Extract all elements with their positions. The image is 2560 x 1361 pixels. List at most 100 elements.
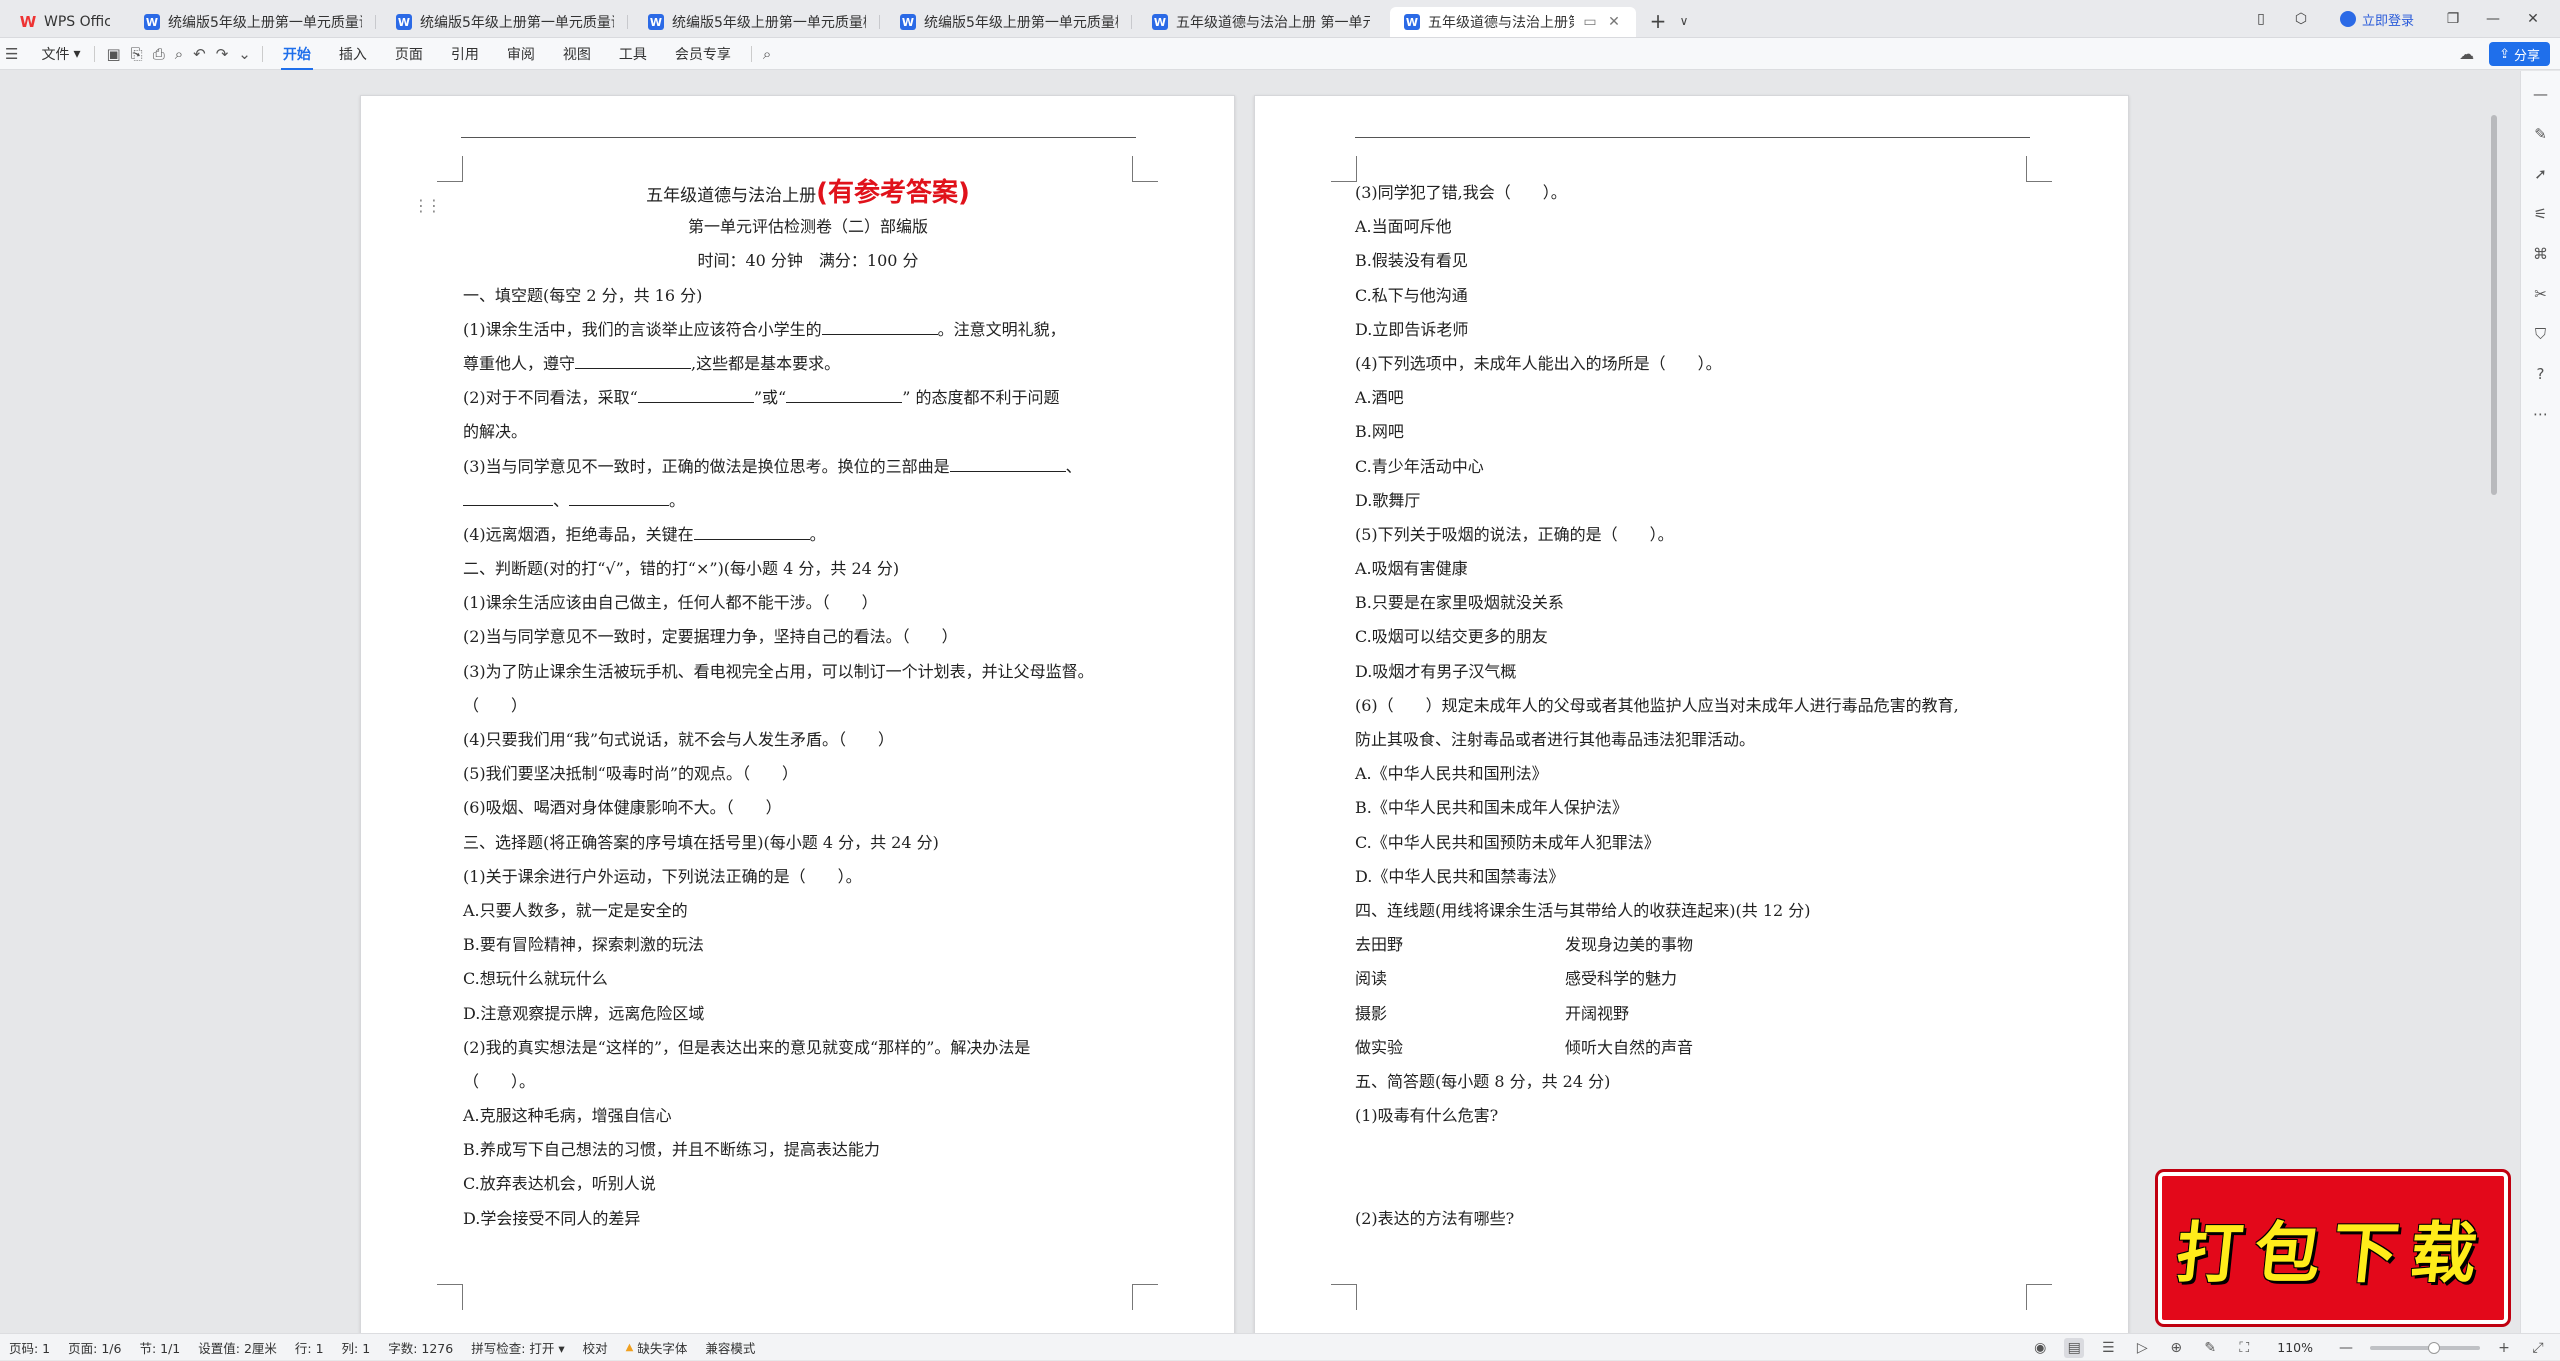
status-page-number[interactable]: 页码: 1 [0, 1338, 59, 1357]
collapse-icon[interactable]: — [2529, 83, 2553, 105]
download-package-badge[interactable]: 打包下载 [2158, 1172, 2508, 1324]
play-icon[interactable]: ▷ [2132, 1338, 2152, 1358]
text: ”或“ [753, 388, 787, 408]
drag-handle-icon[interactable]: ⋮⋮ [413, 196, 442, 215]
word-doc-icon: W [396, 14, 412, 30]
option-line: B.网吧 [1355, 422, 1404, 442]
status-word-count[interactable]: 字数: 1276 [379, 1338, 462, 1357]
proofread-button[interactable]: 校对 [574, 1338, 617, 1357]
text: 。 [669, 490, 686, 510]
crop-mark [1132, 1284, 1158, 1310]
fit-page-icon[interactable]: ⛶ [2234, 1338, 2254, 1358]
tab-document[interactable]: W 统编版5年级上册第一单元质量调研卷 [382, 7, 628, 37]
tools-icon[interactable]: ✂ [2529, 283, 2553, 305]
status-row[interactable]: 行: 1 [286, 1338, 333, 1357]
web-view-icon[interactable]: ⊕ [2166, 1338, 2186, 1358]
menu-references[interactable]: 引用 [437, 41, 493, 67]
pen-icon[interactable]: ✎ [2200, 1338, 2220, 1358]
print-preview-icon[interactable]: ⌕ [170, 41, 188, 67]
tab-document[interactable]: W 统编版5年级上册第一单元质量调研卷 [130, 7, 376, 37]
menu-home[interactable]: 开始 [269, 41, 325, 70]
zoom-out-icon[interactable]: — [2336, 1338, 2356, 1358]
close-window-icon[interactable]: ✕ [2520, 6, 2546, 32]
question-line: (5)我们要坚决抵制“吸毒时尚”的观点。（ ） [463, 764, 799, 784]
select-cursor-icon[interactable]: ➚ [2529, 163, 2553, 185]
zoom-in-icon[interactable]: + [2494, 1338, 2514, 1358]
vertical-scrollbar[interactable] [2488, 71, 2500, 1333]
edit-pen-icon[interactable]: ✎ [2529, 123, 2553, 145]
restore-window-icon[interactable]: ❐ [2440, 6, 2466, 32]
missing-font-label: 缺失字体 [637, 1340, 688, 1356]
save-icon[interactable]: ▣ [101, 41, 125, 67]
spell-check-toggle[interactable]: 拼写检查: 打开 ▾ [462, 1338, 573, 1357]
outline-view-icon[interactable]: ☰ [2098, 1338, 2118, 1358]
close-tab-icon[interactable]: ✕ [1606, 14, 1622, 30]
adjust-icon[interactable]: ⚟ [2529, 203, 2553, 225]
status-section[interactable]: 节: 1/1 [130, 1338, 189, 1357]
menu-view[interactable]: 视图 [549, 41, 605, 67]
undo-icon[interactable]: ↶ [188, 41, 211, 67]
cube-icon[interactable]: ⬡ [2288, 6, 2314, 32]
option-line: B.假装没有看见 [1355, 251, 1468, 271]
zoom-slider-knob[interactable] [2428, 1341, 2440, 1354]
more-icon[interactable]: ⋯ [2529, 403, 2553, 425]
section-heading: 五、简答题(每小题 8 分，共 24 分) [1355, 1071, 1611, 1091]
share-button[interactable]: ⇪ 分享 [2489, 42, 2550, 66]
tab-label: 五年级道德与法治上册第一单元 [1428, 15, 1574, 31]
status-column[interactable]: 列: 1 [333, 1338, 380, 1357]
menu-page[interactable]: 页面 [381, 41, 437, 67]
status-pages[interactable]: 页面: 1/6 [59, 1338, 130, 1357]
menu-tools[interactable]: 工具 [605, 41, 661, 67]
shirt-icon[interactable]: ⛉ [2529, 323, 2553, 345]
menu-review[interactable]: 审阅 [493, 41, 549, 67]
share-label: 分享 [2513, 48, 2540, 64]
translate-icon[interactable]: ⌘ [2529, 243, 2553, 265]
more-dropdown-icon[interactable]: ⌄ [233, 41, 256, 67]
tab-document[interactable]: W 五年级道德与法治上册 第一单元 面对 [1138, 7, 1384, 37]
ribbon-right: ☁ ⇪ 分享 [2454, 41, 2550, 67]
zoom-slider[interactable] [2370, 1341, 2480, 1354]
question-line: (5)下列关于吸烟的说法，正确的是（ ）。 [1355, 524, 1674, 544]
eye-icon[interactable]: ◉ [2030, 1338, 2050, 1358]
section-heading: 一、填空题(每空 2 分，共 16 分) [463, 285, 703, 305]
match-left: 阅读 [1355, 969, 1388, 989]
tab-document[interactable]: W 统编版5年级上册第一单元质量检测卷 [886, 7, 1132, 37]
status-setting[interactable]: 设置值: 2厘米 [189, 1338, 286, 1357]
redo-icon[interactable]: ↷ [211, 41, 234, 67]
match-row: 做实验 倾听大自然的声音 [1355, 1031, 2045, 1065]
tab-wps-office[interactable]: W WPS Office [6, 7, 124, 37]
scrollbar-thumb[interactable] [2491, 115, 2497, 495]
document-subtitle: 第一单元评估检测卷（二）部编版 [687, 217, 928, 237]
option-line: A.只要人数多，就一定是安全的 [463, 900, 688, 920]
document-page-1[interactable]: ⋮⋮ 五年级道德与法治上册(有参考答案) 第一单元评估检测卷（二）部编版 时间：… [360, 95, 1235, 1333]
document-workspace[interactable]: ⋮⋮ 五年级道德与法治上册(有参考答案) 第一单元评估检测卷（二）部编版 时间：… [0, 71, 2520, 1333]
word-doc-icon: W [144, 14, 160, 30]
cloud-icon[interactable]: ☁ [2454, 41, 2479, 67]
option-line: B.要有冒险精神，探索刺激的玩法 [463, 935, 704, 955]
screen-icon[interactable]: ▭ [1582, 14, 1598, 30]
menu-insert[interactable]: 插入 [325, 41, 381, 67]
new-tab-icon[interactable]: + [1644, 7, 1672, 35]
search-icon[interactable]: ⌕ [758, 41, 776, 67]
match-left: 做实验 [1355, 1037, 1404, 1057]
window-controls: ▯ ⬡ 立即登录 ❐ — ✕ [2248, 0, 2560, 38]
download-badge-label: 打包下载 [2172, 1214, 2493, 1292]
menu-membership[interactable]: 会员专享 [661, 41, 745, 67]
tab-document-active[interactable]: W 五年级道德与法治上册第一单元 ▭ ✕ [1390, 7, 1636, 37]
zoom-level[interactable]: 110% [2268, 1340, 2322, 1355]
print-icon[interactable]: ⎙ [148, 41, 170, 67]
missing-font-warning[interactable]: 缺失字体 [617, 1338, 697, 1357]
login-button[interactable]: 立即登录 [2328, 10, 2426, 29]
tab-document[interactable]: W 统编版5年级上册第一单元质量检测卷 [634, 7, 880, 37]
menu-icon[interactable]: ☰ [0, 41, 23, 67]
help-icon[interactable]: ? [2529, 363, 2553, 385]
minimize-icon[interactable]: — [2480, 6, 2506, 32]
fullscreen-icon[interactable]: ⤢ [2528, 1338, 2548, 1358]
option-line: C.青少年活动中心 [1355, 456, 1484, 476]
export-icon[interactable]: ⎘ [126, 41, 148, 67]
layout-icon[interactable]: ▯ [2248, 6, 2274, 32]
file-menu[interactable]: 文件 ▾ [33, 41, 88, 67]
page-view-icon[interactable]: ▤ [2064, 1337, 2085, 1358]
tab-dropdown-icon[interactable]: ∨ [1672, 7, 1696, 35]
document-page-2[interactable]: (3)同学犯了错,我会（ ）。 A.当面呵斥他 B.假装没有看见 C.私下与他沟… [1254, 95, 2129, 1333]
